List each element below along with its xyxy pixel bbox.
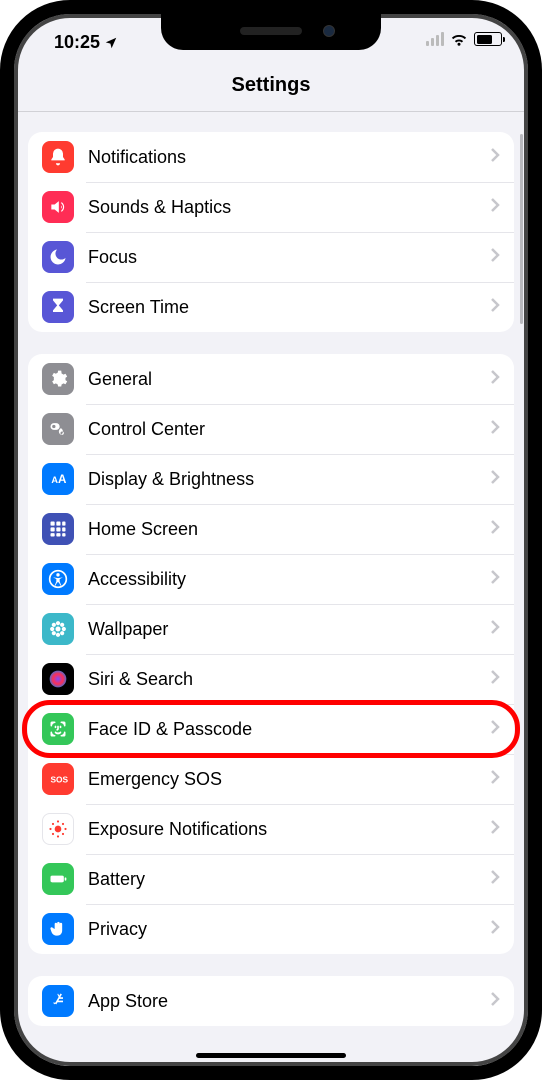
settings-row-label: App Store xyxy=(74,991,490,1012)
settings-row-label: Siri & Search xyxy=(74,669,490,690)
settings-row-controlcenter[interactable]: Control Center xyxy=(28,404,514,454)
apps-icon xyxy=(42,513,74,545)
settings-row-label: Face ID & Passcode xyxy=(74,719,490,740)
speaker-icon xyxy=(42,191,74,223)
faceid-icon xyxy=(42,713,74,745)
flower-icon xyxy=(42,613,74,645)
hourglass-icon xyxy=(42,291,74,323)
chevron-right-icon xyxy=(490,297,500,318)
settings-row-label: Accessibility xyxy=(74,569,490,590)
settings-row-homescreen[interactable]: Home Screen xyxy=(28,504,514,554)
chevron-right-icon xyxy=(490,991,500,1012)
page-title: Settings xyxy=(14,64,528,112)
settings-scroll-area[interactable]: Notifications Sounds & Haptics Focus Screen… xyxy=(14,112,528,1066)
clock-label: 10:25 xyxy=(54,32,100,53)
volume-down-button xyxy=(0,320,2,388)
wifi-icon xyxy=(450,32,468,46)
settings-row-label: Battery xyxy=(74,869,490,890)
settings-group: General Control Center AADisplay & Brightn… xyxy=(28,354,514,954)
settings-row-wallpaper[interactable]: Wallpaper xyxy=(28,604,514,654)
mute-switch xyxy=(0,180,2,216)
chevron-right-icon xyxy=(490,669,500,690)
settings-row-label: Exposure Notifications xyxy=(74,819,490,840)
settings-row-label: Emergency SOS xyxy=(74,769,490,790)
aa-icon: AA xyxy=(42,463,74,495)
chevron-right-icon xyxy=(490,869,500,890)
settings-group: Notifications Sounds & Haptics Focus Screen… xyxy=(28,132,514,332)
chevron-right-icon xyxy=(490,247,500,268)
settings-row-display[interactable]: AADisplay & Brightness xyxy=(28,454,514,504)
switches-icon xyxy=(42,413,74,445)
status-time: 10:25 xyxy=(54,32,118,53)
settings-row-label: Screen Time xyxy=(74,297,490,318)
moon-icon xyxy=(42,241,74,273)
settings-row-general[interactable]: General xyxy=(28,354,514,404)
settings-row-appstore[interactable]: App Store xyxy=(28,976,514,1026)
location-icon xyxy=(104,36,118,50)
chevron-right-icon xyxy=(490,419,500,440)
chevron-right-icon xyxy=(490,819,500,840)
settings-group: App Store xyxy=(28,976,514,1026)
settings-row-faceid[interactable]: Face ID & Passcode xyxy=(28,704,514,754)
settings-row-label: Control Center xyxy=(74,419,490,440)
svg-text:SOS: SOS xyxy=(51,774,69,784)
gear-icon xyxy=(42,363,74,395)
settings-row-label: Privacy xyxy=(74,919,490,940)
chevron-right-icon xyxy=(490,769,500,790)
hand-icon xyxy=(42,913,74,945)
settings-row-label: Home Screen xyxy=(74,519,490,540)
accessibility-icon xyxy=(42,563,74,595)
chevron-right-icon xyxy=(490,919,500,940)
bell-icon xyxy=(42,141,74,173)
chevron-right-icon xyxy=(490,369,500,390)
chevron-right-icon xyxy=(490,619,500,640)
exposure-icon xyxy=(42,813,74,845)
chevron-right-icon xyxy=(490,147,500,168)
scrollbar[interactable] xyxy=(520,134,523,324)
settings-row-label: Notifications xyxy=(74,147,490,168)
chevron-right-icon xyxy=(490,197,500,218)
settings-row-exposure[interactable]: Exposure Notifications xyxy=(28,804,514,854)
settings-row-battery[interactable]: Battery xyxy=(28,854,514,904)
battery-icon xyxy=(42,863,74,895)
chevron-right-icon xyxy=(490,469,500,490)
settings-row-sos[interactable]: SOS Emergency SOS xyxy=(28,754,514,804)
appstore-icon xyxy=(42,985,74,1017)
settings-row-sounds[interactable]: Sounds & Haptics xyxy=(28,182,514,232)
settings-row-siri[interactable]: Siri & Search xyxy=(28,654,514,704)
volume-up-button xyxy=(0,240,2,308)
sos-icon: SOS xyxy=(42,763,74,795)
settings-row-accessibility[interactable]: Accessibility xyxy=(28,554,514,604)
settings-row-label: Focus xyxy=(74,247,490,268)
settings-row-label: Display & Brightness xyxy=(74,469,490,490)
chevron-right-icon xyxy=(490,519,500,540)
settings-row-label: General xyxy=(74,369,490,390)
home-indicator[interactable] xyxy=(196,1053,346,1058)
settings-row-focus[interactable]: Focus xyxy=(28,232,514,282)
battery-icon xyxy=(474,32,502,46)
chevron-right-icon xyxy=(490,569,500,590)
settings-row-notifications[interactable]: Notifications xyxy=(28,132,514,182)
siri-icon xyxy=(42,663,74,695)
settings-row-privacy[interactable]: Privacy xyxy=(28,904,514,954)
svg-text:A: A xyxy=(58,473,67,486)
settings-row-label: Sounds & Haptics xyxy=(74,197,490,218)
settings-row-screentime[interactable]: Screen Time xyxy=(28,282,514,332)
chevron-right-icon xyxy=(490,719,500,740)
cellular-icon xyxy=(426,32,444,46)
settings-row-label: Wallpaper xyxy=(74,619,490,640)
